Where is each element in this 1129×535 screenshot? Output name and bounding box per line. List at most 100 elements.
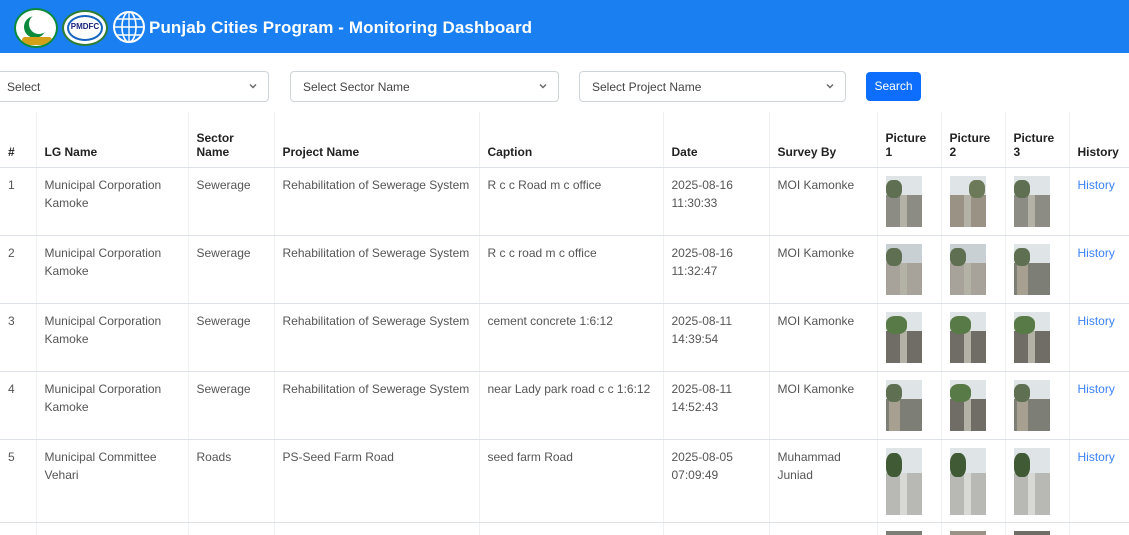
picture-1-cell <box>876 439 941 523</box>
col-header-date: Date <box>662 112 769 168</box>
date-cell: 2025-08-05 07:09:49 <box>662 439 769 523</box>
table-row-partial <box>0 522 1129 535</box>
project-select-value: Select Project Name <box>592 80 702 94</box>
pmdfc-logo-icon: PMDFC <box>62 10 108 46</box>
history-link[interactable]: History <box>1078 178 1115 192</box>
picture-thumbnail[interactable] <box>949 311 986 364</box>
history-cell: History <box>1068 167 1129 236</box>
picture-thumbnail[interactable] <box>949 243 986 296</box>
survey-by-cell: Muhammad Juniad <box>768 439 877 523</box>
picture-thumbnail[interactable] <box>1013 175 1050 228</box>
picture-1-cell <box>876 371 941 440</box>
project-cell: Rehabilitation of Sewerage System <box>273 371 479 440</box>
picture-thumbnail[interactable] <box>885 379 922 432</box>
lg-name-cell: Municipal Corporation Kamoke <box>35 167 188 236</box>
date-cell: 2025-08-11 14:39:54 <box>662 303 769 372</box>
survey-by-cell: MOI Kamonke <box>768 303 877 372</box>
picture-2-cell <box>940 439 1005 523</box>
row-number: 5 <box>0 439 36 523</box>
history-cell: History <box>1068 439 1129 523</box>
punjab-government-logo-icon <box>14 8 58 48</box>
picture-thumbnail[interactable] <box>885 243 922 296</box>
picture-2-cell <box>940 167 1005 236</box>
picture-thumbnail[interactable] <box>885 447 922 516</box>
search-button[interactable]: Search <box>866 72 921 101</box>
project-cell: PS-Seed Farm Road <box>273 439 479 523</box>
row-number: 3 <box>0 303 36 372</box>
col-header-sector: Sector Name <box>187 112 274 168</box>
sector-cell: Sewerage <box>187 167 274 236</box>
picture-thumbnail[interactable] <box>1013 447 1050 516</box>
col-header-picture-2: Picture 2 <box>940 112 1005 168</box>
sector-cell: Sewerage <box>187 371 274 440</box>
caption-cell: R c c road m c office <box>478 235 663 304</box>
col-header-picture-3: Picture 3 <box>1004 112 1069 168</box>
caption-cell: near Lady park road c c 1:6:12 <box>478 371 663 440</box>
history-cell: History <box>1068 303 1129 372</box>
col-header-picture-1: Picture 1 <box>876 112 941 168</box>
header-bar: PMDFC Punjab Cities Program - Monitoring… <box>0 0 1129 53</box>
col-header-survey-by: Survey By <box>768 112 877 168</box>
table-header-row: # LG Name Sector Name Project Name Capti… <box>0 112 1129 168</box>
row-number: 4 <box>0 371 36 440</box>
picture-thumbnail[interactable] <box>1013 311 1050 364</box>
caption-cell: R c c Road m c office <box>478 167 663 236</box>
history-link[interactable]: History <box>1078 450 1115 464</box>
picture-2-cell <box>940 303 1005 372</box>
picture-3-cell <box>1004 235 1069 304</box>
picture-2-cell <box>940 371 1005 440</box>
picture-2-cell <box>940 235 1005 304</box>
col-header-lg-name: LG Name <box>35 112 188 168</box>
lg-name-cell: Municipal Corporation Kamoke <box>35 235 188 304</box>
survey-by-cell: MOI Kamonke <box>768 371 877 440</box>
picture-thumbnail[interactable] <box>949 379 986 432</box>
picture-thumbnail[interactable] <box>885 175 922 228</box>
project-cell: Rehabilitation of Sewerage System <box>273 303 479 372</box>
history-link[interactable]: History <box>1078 314 1115 328</box>
lg-name-cell: Municipal Committee Vehari <box>35 439 188 523</box>
date-cell: 2025-08-11 14:52:43 <box>662 371 769 440</box>
sector-select-value: Select Sector Name <box>303 80 410 94</box>
history-link[interactable]: History <box>1078 246 1115 260</box>
picture-3-cell <box>1004 167 1069 236</box>
lg-name-cell: Municipal Corporation Kamoke <box>35 303 188 372</box>
caption-cell: cement concrete 1:6:12 <box>478 303 663 372</box>
col-header-num: # <box>0 112 36 168</box>
picture-thumbnail[interactable] <box>949 447 986 516</box>
project-cell: Rehabilitation of Sewerage System <box>273 235 479 304</box>
history-cell: History <box>1068 371 1129 440</box>
picture-1-cell <box>876 235 941 304</box>
project-cell: Rehabilitation of Sewerage System <box>273 167 479 236</box>
table-row: 4 Municipal Corporation Kamoke Sewerage … <box>0 371 1129 440</box>
sector-select[interactable]: Select Sector Name <box>290 71 559 102</box>
date-cell: 2025-08-16 11:30:33 <box>662 167 769 236</box>
col-header-history: History <box>1068 112 1129 168</box>
picture-thumbnail[interactable] <box>885 530 922 535</box>
picture-thumbnail[interactable] <box>885 311 922 364</box>
caption-cell: seed farm Road <box>478 439 663 523</box>
date-cell: 2025-08-16 11:32:47 <box>662 235 769 304</box>
sector-cell: Sewerage <box>187 303 274 372</box>
monitoring-table: # LG Name Sector Name Project Name Capti… <box>0 112 1129 535</box>
lg-select[interactable]: Select <box>0 71 269 102</box>
picture-3-cell <box>1004 303 1069 372</box>
chevron-down-icon <box>826 84 834 89</box>
col-header-project: Project Name <box>273 112 479 168</box>
picture-thumbnail[interactable] <box>1013 243 1050 296</box>
picture-3-cell <box>1004 371 1069 440</box>
table-row: 5 Municipal Committee Vehari Roads PS-Se… <box>0 439 1129 523</box>
row-number: 2 <box>0 235 36 304</box>
chevron-down-icon <box>539 84 547 89</box>
row-number: 1 <box>0 167 36 236</box>
picture-thumbnail[interactable] <box>949 175 986 228</box>
picture-1-cell <box>876 167 941 236</box>
table-row: 1 Municipal Corporation Kamoke Sewerage … <box>0 167 1129 236</box>
history-link[interactable]: History <box>1078 382 1115 396</box>
globe-icon <box>113 11 145 43</box>
picture-thumbnail[interactable] <box>949 530 986 535</box>
picture-thumbnail[interactable] <box>1013 379 1050 432</box>
table-row: 2 Municipal Corporation Kamoke Sewerage … <box>0 235 1129 304</box>
chevron-down-icon <box>249 84 257 89</box>
picture-thumbnail[interactable] <box>1013 530 1050 535</box>
project-select[interactable]: Select Project Name <box>579 71 846 102</box>
